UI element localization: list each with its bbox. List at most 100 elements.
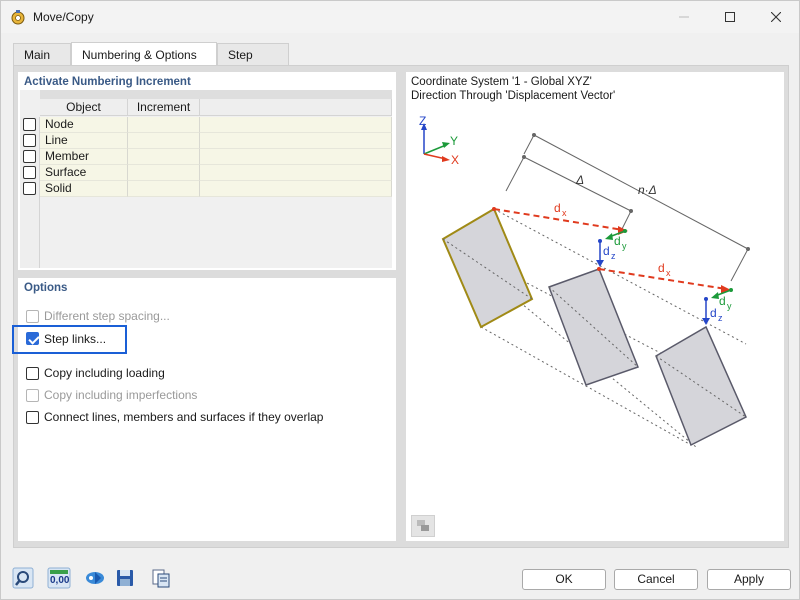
dy-label-2: d xyxy=(719,294,726,308)
save-button[interactable] xyxy=(113,567,137,589)
displacement-diagram: Z Y X Δ n·Δ d x d x d y d y d z d z xyxy=(419,114,750,448)
view-toggle-icon xyxy=(417,520,429,531)
dz-label-2: d xyxy=(710,306,717,320)
copy-including-loading-label: Copy including loading xyxy=(44,366,165,380)
table-row: Surface xyxy=(20,165,392,181)
column-header-empty xyxy=(200,99,392,116)
numbering-section-title: Activate Numbering Increment xyxy=(24,76,191,88)
display-options-button[interactable] xyxy=(83,567,107,589)
z-axis-label: Z xyxy=(419,114,426,128)
row-increment[interactable] xyxy=(128,117,200,133)
close-icon xyxy=(771,12,781,22)
row-filler xyxy=(200,133,392,149)
help-search-button[interactable] xyxy=(11,567,35,589)
dy-sub-2: y xyxy=(727,301,732,311)
coordinate-system-text: Coordinate System '1 - Global XYZ' xyxy=(411,76,592,88)
ok-button[interactable]: OK xyxy=(522,569,606,590)
dx-sub-1: x xyxy=(562,208,567,218)
dz-arrow-2 xyxy=(702,318,710,325)
dx-sub-2: x xyxy=(666,268,671,278)
dz-sub-2: z xyxy=(718,313,723,323)
solid-checkbox[interactable] xyxy=(23,182,36,195)
dz-label-1: d xyxy=(603,244,610,258)
different-step-spacing-label: Different step spacing... xyxy=(44,309,170,323)
copy-including-imperfections-label: Copy including imperfections xyxy=(44,388,198,402)
tab-numbering-options[interactable]: Numbering & Options xyxy=(71,42,217,66)
delta-extension-right xyxy=(620,210,632,232)
row-increment[interactable] xyxy=(128,133,200,149)
units-button[interactable]: 0,00 xyxy=(47,567,71,589)
app-icon xyxy=(11,10,25,25)
connect-overlap-label: Connect lines, members and surfaces if t… xyxy=(44,410,324,424)
row-check-cell xyxy=(20,181,40,197)
copy-settings-button[interactable] xyxy=(149,567,173,589)
dz-sub-1: z xyxy=(611,251,616,261)
diagram-view-button[interactable] xyxy=(411,515,435,537)
tab-main[interactable]: Main xyxy=(13,43,71,66)
row-increment[interactable] xyxy=(128,181,200,197)
vector-origin-point xyxy=(492,207,496,211)
tab-step-links[interactable]: Step Links xyxy=(217,43,289,84)
copy-including-loading-checkbox[interactable] xyxy=(26,367,39,380)
line-checkbox[interactable] xyxy=(23,134,36,147)
row-header-filler xyxy=(20,197,40,268)
node-checkbox[interactable] xyxy=(23,118,36,131)
step-links-checkbox[interactable] xyxy=(26,332,39,345)
different-step-spacing-checkbox[interactable] xyxy=(26,310,39,323)
dy-sub-1: y xyxy=(622,241,627,251)
dimension-lines xyxy=(505,133,750,282)
dy-label-1: d xyxy=(614,234,621,248)
n-delta-extension-left xyxy=(523,134,535,155)
copy-shape-2 xyxy=(655,325,747,447)
dx-label-1: d xyxy=(554,201,561,215)
row-check-cell xyxy=(20,149,40,165)
copy-settings-icon xyxy=(152,569,170,588)
dz-point-2 xyxy=(704,297,708,301)
display-options-icon xyxy=(86,572,104,584)
surface-checkbox[interactable] xyxy=(23,166,36,179)
row-object: Node xyxy=(40,117,128,133)
row-increment[interactable] xyxy=(128,149,200,165)
table-row: Solid xyxy=(20,181,392,197)
column-header-increment: Increment xyxy=(128,99,200,116)
options-section-title: Options xyxy=(24,282,68,294)
maximize-icon xyxy=(725,12,735,22)
dim-point xyxy=(532,133,536,137)
row-object: Solid xyxy=(40,181,128,197)
maximize-button[interactable] xyxy=(707,1,753,33)
dim-point xyxy=(629,209,633,213)
dy-arrow-2 xyxy=(711,292,719,299)
n-delta-label: n·Δ xyxy=(638,183,657,197)
window-title: Move/Copy xyxy=(33,10,94,24)
dy-point-2 xyxy=(729,288,733,292)
row-filler xyxy=(200,165,392,181)
copy-shape-1 xyxy=(548,268,639,386)
dz-arrow-1 xyxy=(596,260,604,267)
dim-point xyxy=(522,155,526,159)
y-axis-arrow xyxy=(442,142,450,148)
x-axis-arrow xyxy=(442,156,450,162)
row-filler xyxy=(200,149,392,165)
dy-point-1 xyxy=(623,229,627,233)
table-row: Line xyxy=(20,133,392,149)
move-copy-dialog: Move/Copy Main Numbering & Options Step … xyxy=(0,0,800,600)
delta-extension-left xyxy=(505,156,525,192)
delta-label: Δ xyxy=(575,173,584,187)
table-row: Node xyxy=(20,117,392,133)
n-delta-extension-right xyxy=(730,248,749,282)
connect-overlap-checkbox[interactable] xyxy=(26,411,39,424)
row-filler xyxy=(200,117,392,133)
dz-point-1 xyxy=(598,239,602,243)
row-check-cell xyxy=(20,133,40,149)
table-header-strip xyxy=(40,90,392,99)
axis-triad: Z Y X xyxy=(419,114,459,167)
cancel-button[interactable]: Cancel xyxy=(614,569,698,590)
apply-button[interactable]: Apply xyxy=(707,569,791,590)
close-button[interactable] xyxy=(753,1,799,33)
vector-origin-point xyxy=(597,267,601,271)
magnifier-icon xyxy=(12,567,34,589)
copy-including-imperfections-checkbox[interactable] xyxy=(26,389,39,402)
row-increment[interactable] xyxy=(128,165,200,181)
member-checkbox[interactable] xyxy=(23,150,36,163)
minimize-button[interactable] xyxy=(661,1,707,33)
